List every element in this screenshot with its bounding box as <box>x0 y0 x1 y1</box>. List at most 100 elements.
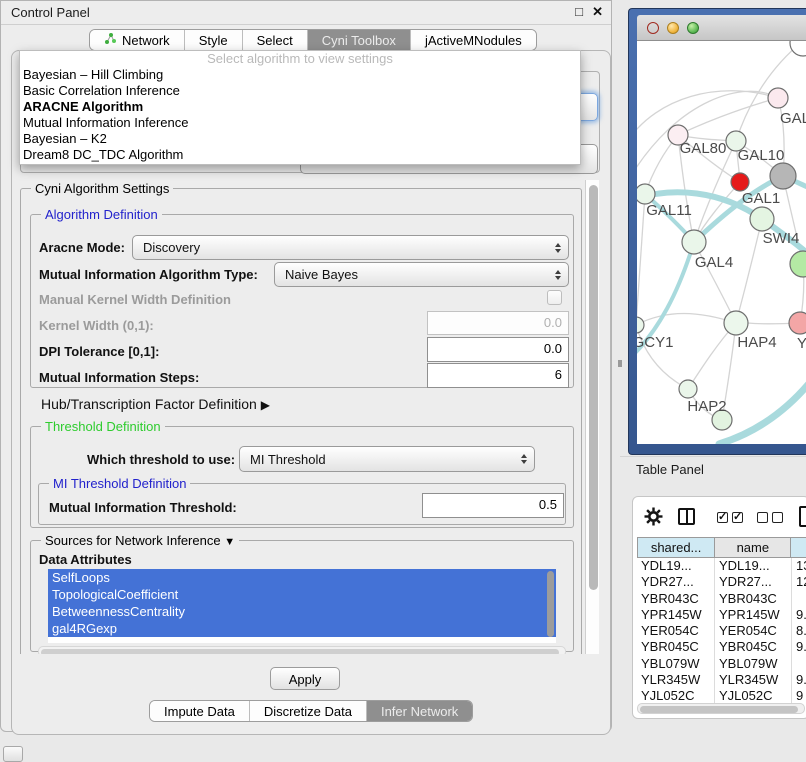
tab-jactivemnodules[interactable]: jActiveMNodules <box>410 30 536 50</box>
table-row[interactable]: YBR043CYBR043C <box>637 591 806 607</box>
aracne-mode-label: Aracne Mode: <box>39 240 125 255</box>
node-gray[interactable] <box>770 163 796 189</box>
attribute-list-scrollbar[interactable] <box>547 571 554 637</box>
close-button[interactable] <box>647 22 659 34</box>
settings-vertical-scrollbar[interactable] <box>585 180 599 654</box>
control-panel-title: Control Panel <box>11 5 90 20</box>
combo-arrows-icon <box>555 270 561 280</box>
node-gal4[interactable] <box>682 230 706 254</box>
new-document-icon[interactable] <box>799 506 806 527</box>
node-table: shared...name YDL19...YDL19...13YDR27...… <box>637 537 806 705</box>
table-cell: YBR043C <box>637 591 715 607</box>
attribute-list-item[interactable]: TopologicalCoefficient <box>48 586 556 603</box>
minimize-button[interactable] <box>667 22 679 34</box>
table-row[interactable]: YLR345WYLR345W9. <box>637 672 806 688</box>
algorithm-definition-title: Algorithm Definition <box>41 207 162 222</box>
table-cell: YPR145W <box>637 607 715 623</box>
node-label-y: Y <box>797 335 806 352</box>
attribute-list-item[interactable]: SelfLoops <box>48 569 556 586</box>
mi-type-combobox[interactable]: Naive Bayes <box>274 262 569 287</box>
table-cell: YBL079W <box>715 656 792 672</box>
settings-scroll-viewport: Cyni Algorithm Settings Algorithm Defini… <box>13 180 599 654</box>
network-window-titlebar[interactable] <box>637 15 806 41</box>
tab-network[interactable]: Network <box>90 30 184 50</box>
which-threshold-combobox[interactable]: MI Threshold <box>239 446 535 472</box>
mi-steps-field[interactable]: 6 <box>427 363 569 388</box>
node-gal11[interactable] <box>637 184 655 204</box>
kernel-width-label: Kernel Width (0,1): <box>39 318 154 333</box>
algorithm-option[interactable]: Basic Correlation Inference <box>20 83 580 99</box>
node-swi4[interactable] <box>750 207 774 231</box>
window-float-icon[interactable]: □ <box>575 4 583 19</box>
manual-kernel-checkbox[interactable] <box>547 290 562 305</box>
algorithm-option[interactable]: Bayesian – Hill Climbing <box>20 67 580 83</box>
splitter-handle[interactable] <box>618 360 622 367</box>
tab-style[interactable]: Style <box>184 30 242 50</box>
algorithm-dropdown-placeholder: Select algorithm to view settings <box>20 51 580 67</box>
node-hap4[interactable] <box>724 311 748 335</box>
tab-impute-data[interactable]: Impute Data <box>150 701 249 721</box>
network-canvas[interactable]: GALGAL80GAL10GAL1GAL11SWI4GAL4GCY1HAP4YH… <box>637 41 806 444</box>
table-row[interactable]: YDR27...YDR27...12 <box>637 574 806 590</box>
settings-gear-icon[interactable] <box>644 507 663 531</box>
sources-horizontal-scrollbar[interactable] <box>38 646 566 654</box>
attribute-list-item[interactable]: BetweennessCentrality <box>48 603 556 620</box>
table-cell: YBR045C <box>715 639 792 655</box>
algorithm-option[interactable]: Mutual Information Inference <box>20 115 580 131</box>
table-cell: 9. <box>792 639 806 655</box>
table-header-row: shared...name <box>637 537 806 558</box>
table-row[interactable]: YDL19...YDL19...13 <box>637 558 806 574</box>
table-row[interactable]: YBR045CYBR045C9. <box>637 639 806 655</box>
node-gal1[interactable] <box>731 173 749 191</box>
kernel-width-field[interactable]: 0.0 <box>427 311 569 335</box>
node-top-edge[interactable] <box>790 41 806 56</box>
table-cell: YDR27... <box>637 574 715 590</box>
node-hap2[interactable] <box>679 380 697 398</box>
sources-title[interactable]: Sources for Network Inference ▼ <box>41 533 239 548</box>
tab-select[interactable]: Select <box>242 30 307 50</box>
table-row[interactable]: YBL079WYBL079W <box>637 656 806 672</box>
tab-discretize-data[interactable]: Discretize Data <box>249 701 366 721</box>
apply-button[interactable]: Apply <box>270 667 340 690</box>
node-pink-top[interactable] <box>768 88 788 108</box>
table-cell: YER054C <box>637 623 715 639</box>
node-gcy1[interactable] <box>637 317 644 333</box>
split-columns-icon[interactable] <box>678 508 695 525</box>
tab-cyni-toolbox[interactable]: Cyni Toolbox <box>307 30 410 50</box>
column-header[interactable]: name <box>715 538 791 557</box>
dpi-tolerance-field[interactable]: 0.0 <box>427 337 569 362</box>
deselect-checkboxes-icon[interactable] <box>757 512 783 523</box>
node-label-gcy1: GCY1 <box>637 334 673 351</box>
table-cell: YBL079W <box>637 656 715 672</box>
column-header[interactable]: shared... <box>638 538 715 557</box>
algorithm-option[interactable]: ARACNE Algorithm <box>20 99 580 115</box>
algorithm-dropdown-popup: Select algorithm to view settings Bayesi… <box>19 50 581 165</box>
tab-infer-network[interactable]: Infer Network <box>366 701 472 721</box>
aracne-mode-combobox[interactable]: Discovery <box>132 235 569 260</box>
tab-label: Network <box>122 33 170 48</box>
algorithm-option[interactable]: Dream8 DC_TDC Algorithm <box>20 147 580 163</box>
hub-section-header[interactable]: Hub/Transcription Factor Definition ▶ <box>41 396 270 412</box>
node-salmon[interactable] <box>789 312 806 334</box>
control-panel-window: Control Panel □ ✕ NetworkStyleSelectCyni… <box>0 0 612 732</box>
node-green-right[interactable] <box>790 251 806 277</box>
table-cell: YBR045C <box>637 639 715 655</box>
mi-threshold-field[interactable]: 0.5 <box>422 493 564 518</box>
data-attributes-list[interactable]: SelfLoopsTopologicalCoefficientBetweenne… <box>48 569 556 643</box>
threshold-definition-title: Threshold Definition <box>41 419 165 434</box>
network-icon <box>104 32 117 48</box>
sources-title-text: Sources for Network Inference <box>45 533 221 548</box>
zoom-button[interactable] <box>687 22 699 34</box>
column-header[interactable] <box>791 538 806 557</box>
table-row[interactable]: YPR145WYPR145W9. <box>637 607 806 623</box>
collapsed-panel-button[interactable] <box>3 746 23 762</box>
network-view-frame[interactable]: GALGAL80GAL10GAL1GAL11SWI4GAL4GCY1HAP4YH… <box>628 8 806 455</box>
select-all-checkboxes-icon[interactable] <box>717 512 743 523</box>
which-threshold-value: MI Threshold <box>250 452 326 467</box>
window-close-icon[interactable]: ✕ <box>592 4 603 20</box>
table-row[interactable]: YER054CYER054C8. <box>637 623 806 639</box>
table-horizontal-scrollbar[interactable] <box>637 703 805 714</box>
attribute-list-item[interactable]: gal4RGexp <box>48 620 556 637</box>
panel-separator <box>620 456 806 457</box>
algorithm-option[interactable]: Bayesian – K2 <box>20 131 580 147</box>
